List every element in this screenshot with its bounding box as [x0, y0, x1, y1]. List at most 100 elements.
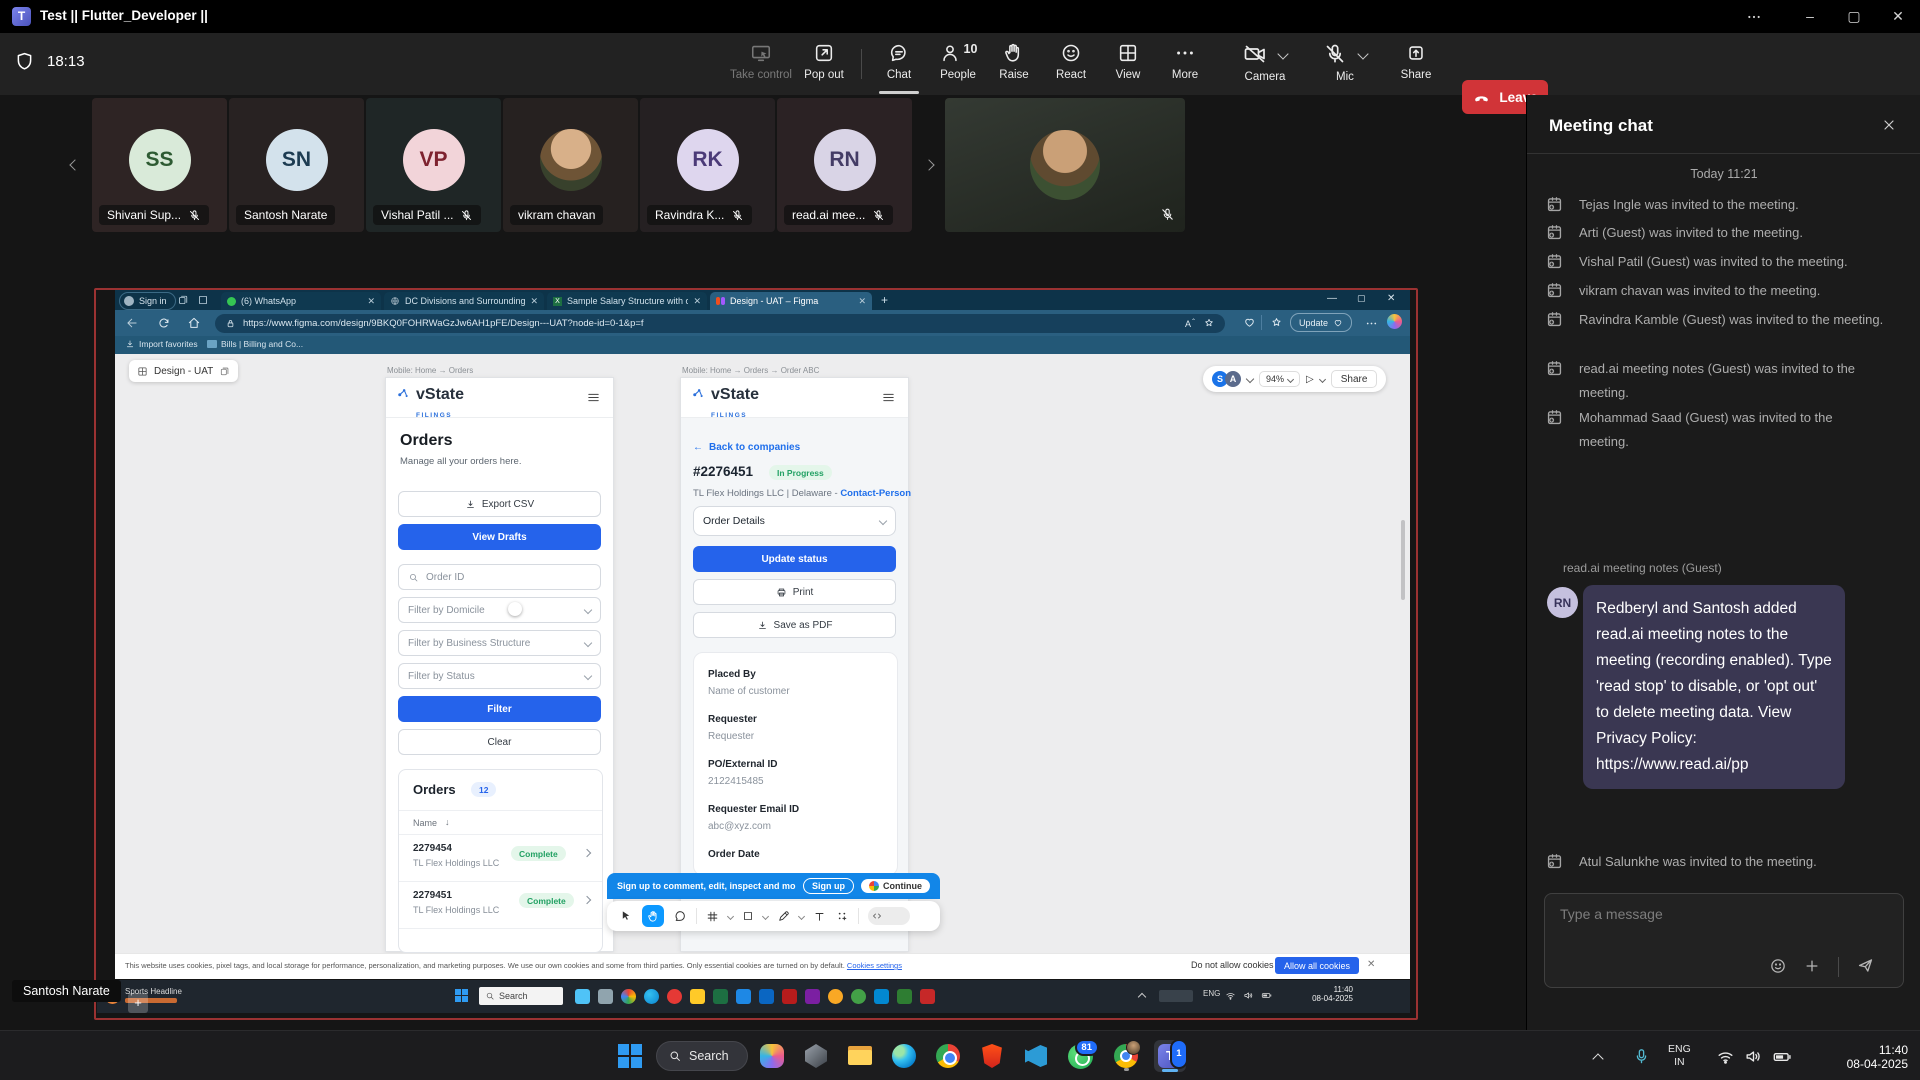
chrome-icon[interactable]	[932, 1040, 964, 1072]
present-icon[interactable]: ▷	[1306, 374, 1314, 385]
raise-button[interactable]: Raise	[982, 42, 1046, 81]
wifi-icon[interactable]	[1225, 990, 1236, 1001]
close-button[interactable]: ✕	[1876, 0, 1920, 33]
shape-tool-icon[interactable]	[742, 910, 754, 922]
browser-menu-icon[interactable]	[1365, 317, 1378, 330]
actions-tool-icon[interactable]	[835, 909, 849, 923]
view-button[interactable]: View	[1096, 42, 1160, 81]
participant-tile[interactable]: SS Shivani Sup...	[92, 98, 227, 232]
excel-icon[interactable]	[897, 989, 912, 1004]
collaborators-chevron-icon[interactable]	[1246, 375, 1254, 383]
signup-button[interactable]: Sign up	[803, 878, 854, 894]
teams-icon[interactable]: T 1	[1154, 1040, 1186, 1072]
google-continue-button[interactable]: Continue	[861, 879, 930, 893]
back-icon[interactable]	[125, 316, 139, 330]
mic-button[interactable]: Mic	[1308, 42, 1382, 83]
collaborator-avatar[interactable]: A	[1225, 371, 1241, 387]
workspaces-icon[interactable]	[177, 294, 189, 306]
import-favorites-button[interactable]: Import favorites	[125, 339, 198, 349]
tray-expand-icon[interactable]	[1592, 1053, 1603, 1064]
text-tool-icon[interactable]	[813, 910, 826, 923]
browser-essentials-icon[interactable]	[1243, 316, 1256, 329]
edge-icon[interactable]	[888, 1040, 920, 1072]
browser-tab-active[interactable]: Design - UAT – Figma✕	[710, 292, 872, 310]
excel-icon[interactable]	[713, 989, 728, 1004]
reload-icon[interactable]	[157, 316, 171, 330]
browser-signin-button[interactable]: Sign in	[119, 292, 176, 310]
pen-tool-icon[interactable]	[777, 910, 790, 923]
tray-expand-icon[interactable]	[1138, 993, 1146, 1001]
vertical-tabs-icon[interactable]	[197, 294, 209, 306]
comment-tool-icon[interactable]	[673, 909, 687, 923]
active-mic-tray-icon[interactable]	[1632, 1047, 1651, 1066]
participant-tile[interactable]: RN read.ai mee...	[777, 98, 912, 232]
read-aloud-icon[interactable]: A⌃	[1185, 318, 1196, 329]
participant-tile[interactable]: vikram chavan	[503, 98, 638, 232]
frame-tool-icon[interactable]	[706, 910, 719, 923]
volume-icon[interactable]	[1243, 990, 1254, 1001]
participant-tile[interactable]: RK Ravindra K...	[640, 98, 775, 232]
pdf-icon[interactable]	[920, 989, 935, 1004]
participant-tile[interactable]: VP Vishal Patil ...	[366, 98, 501, 232]
close-chat-icon[interactable]	[1881, 117, 1897, 133]
battery-icon[interactable]	[1772, 1047, 1792, 1067]
pen-tool-chevron-icon[interactable]	[798, 912, 805, 919]
wifi-icon[interactable]	[1716, 1047, 1735, 1066]
share-button[interactable]: Share	[1384, 42, 1448, 81]
emoji-icon[interactable]	[1769, 957, 1787, 975]
titlebar-more-icon[interactable]	[1732, 0, 1776, 33]
deny-cookies-button[interactable]: Do not allow cookies	[1191, 960, 1274, 970]
send-icon[interactable]	[1856, 956, 1875, 975]
minimize-button[interactable]: –	[1788, 0, 1832, 33]
battery-icon[interactable]	[1261, 990, 1272, 1001]
tray-clock[interactable]: 11:4008-04-2025	[1293, 985, 1353, 1003]
app-icon[interactable]	[828, 989, 843, 1004]
brave-icon[interactable]	[976, 1040, 1008, 1072]
chrome-icon[interactable]	[621, 989, 636, 1004]
spotlight-video-tile[interactable]	[945, 98, 1185, 232]
edge-icon[interactable]	[644, 989, 659, 1004]
more-button[interactable]: More	[1153, 42, 1217, 81]
app-icon[interactable]	[598, 989, 613, 1004]
frame-tool-chevron-icon[interactable]	[727, 912, 734, 919]
frame-label[interactable]: Mobile: Home → Orders	[387, 366, 473, 375]
frame-label[interactable]: Mobile: Home → Orders → Order ABC	[682, 366, 819, 375]
copilot-icon[interactable]	[1387, 314, 1402, 329]
maximize-button[interactable]: ▢	[1832, 0, 1876, 33]
new-tab-button[interactable]: +	[881, 293, 888, 307]
vscode-icon[interactable]	[1020, 1040, 1052, 1072]
filmstrip-prev-button[interactable]	[62, 150, 88, 180]
camera-options-chevron-icon[interactable]	[1277, 48, 1288, 59]
app-icon[interactable]	[736, 989, 751, 1004]
canvas-scrollbar[interactable]	[1401, 520, 1405, 600]
clock[interactable]: 11:4008-04-2025	[1800, 1043, 1908, 1071]
vscode-icon[interactable]	[874, 989, 889, 1004]
app-icon[interactable]	[800, 1040, 832, 1072]
attach-plus-icon[interactable]	[1803, 957, 1821, 975]
participant-tile[interactable]: SN Santosh Narate	[229, 98, 364, 232]
tab-close-icon[interactable]: ✕	[858, 296, 866, 307]
home-icon[interactable]	[187, 316, 201, 330]
browser-maximize-button[interactable]: ▢	[1357, 293, 1366, 304]
figma-file-chip[interactable]: Design - UAT	[129, 360, 238, 382]
mic-options-chevron-icon[interactable]	[1357, 48, 1368, 59]
file-explorer-icon[interactable]	[844, 1040, 876, 1072]
chrome-profile-icon[interactable]	[1110, 1040, 1142, 1072]
cursor-tool-icon[interactable]	[619, 909, 633, 923]
volume-icon[interactable]	[1744, 1047, 1763, 1066]
taskbar-search[interactable]: Search	[656, 1041, 748, 1071]
figma-share-button[interactable]: Share	[1331, 370, 1378, 388]
browser-tab[interactable]: X Sample Salary Structure with calc✕	[547, 292, 707, 310]
dev-mode-toggle[interactable]	[868, 907, 910, 925]
cookie-close-icon[interactable]: ✕	[1367, 959, 1375, 970]
browser-tab[interactable]: DC Divisions and Surroundings✕	[384, 292, 544, 310]
camera-button[interactable]: Camera	[1228, 42, 1302, 83]
tab-close-icon[interactable]: ✕	[530, 296, 538, 307]
favorites-bar-icon[interactable]	[1270, 316, 1283, 329]
shape-tool-chevron-icon[interactable]	[762, 912, 769, 919]
app-icon[interactable]	[575, 989, 590, 1004]
address-bar[interactable]: https://www.figma.com/design/9BKQ0FOHRWa…	[215, 314, 1225, 333]
start-button[interactable]	[614, 1040, 646, 1072]
browser-minimize-button[interactable]: —	[1327, 293, 1337, 304]
tab-close-icon[interactable]: ✕	[367, 296, 375, 307]
